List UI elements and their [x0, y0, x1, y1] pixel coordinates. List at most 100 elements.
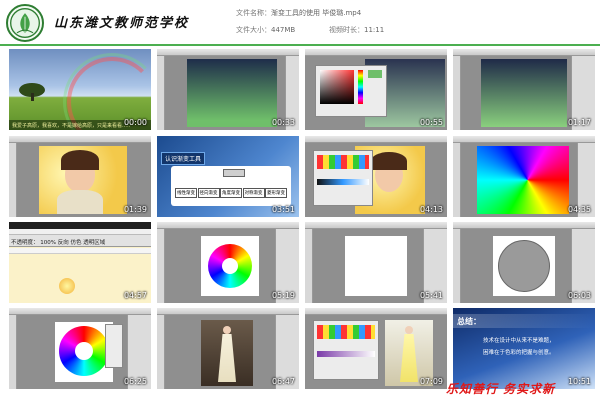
ps-menubar — [157, 49, 299, 56]
ps-menubar — [157, 308, 299, 315]
ps-toolbar — [453, 143, 461, 217]
ps-toolbar — [157, 315, 165, 389]
ps-menubar — [305, 136, 447, 143]
ps-menubar — [305, 308, 447, 315]
ps-menubar — [157, 222, 299, 229]
shoulders — [57, 190, 103, 214]
angle-gradient-canvas — [477, 146, 569, 214]
palette-panel — [105, 324, 123, 368]
contact-sheet-page: 山东潍文教师范学校 文件名称：渐变工具的使用 毕俊璐.mp4 文件大小：447M… — [0, 0, 600, 400]
head — [405, 326, 413, 334]
gradient-dot — [59, 278, 75, 294]
hue-slider — [358, 70, 363, 104]
gradient-editor-dialog — [313, 150, 373, 206]
dress — [400, 334, 418, 382]
ruler — [9, 248, 151, 254]
canvas — [493, 236, 555, 296]
thumbnail[interactable]: 不透明度： 100% 反向 仿色 透明区域 04:57 — [9, 222, 151, 303]
mindmap-node: 角度渐变 — [220, 188, 242, 198]
summary-line: 技术在设计中从来不是难题， — [483, 338, 555, 344]
ps-titlebar — [9, 222, 151, 229]
timestamp: 05:19 — [271, 291, 295, 300]
ps-toolbar — [9, 315, 17, 389]
ps-toolbar — [157, 229, 165, 303]
gradient-canvas — [481, 59, 567, 127]
mindmap-title: 认识渐变工具 — [161, 152, 206, 165]
thumbnail[interactable]: 00:55 — [305, 49, 447, 130]
thumbnail[interactable]: 04:13 — [305, 136, 447, 217]
timestamp: 00:00 — [123, 118, 147, 127]
timestamp: 05:41 — [419, 291, 443, 300]
timestamp: 10:51 — [567, 377, 591, 386]
ps-toolbar — [157, 56, 165, 130]
thumbnail[interactable]: 05:19 — [157, 222, 299, 303]
thumbnail[interactable]: 00:33 — [157, 49, 299, 130]
timestamp: 06:47 — [271, 377, 295, 386]
timestamp: 06:25 — [123, 377, 147, 386]
thumbnail[interactable]: 总结： 技术在设计中从来不是难题， 困难在于色彩的把握与创意。 10:51 — [453, 308, 595, 389]
gradient-bar — [317, 179, 369, 185]
thumbnail[interactable]: 我爱子高原，我喜欢，不是嫁给高原，只是来看看…… 00:00 — [9, 49, 151, 130]
mindmap-node: 菱形渐变 — [265, 188, 287, 198]
thumbnail[interactable]: 认识渐变工具 线性渐变 径向渐变 角度渐变 对称渐变 菱形渐变 03:51 — [157, 136, 299, 217]
ps-toolbar — [453, 56, 461, 130]
new-color-swatch — [368, 70, 382, 78]
wheel-hole — [222, 258, 238, 274]
gradient-canvas — [187, 59, 277, 127]
mindmap-nodes: 线性渐变 径向渐变 角度渐变 对称渐变 菱形渐变 — [175, 188, 287, 198]
thumbnail[interactable]: 01:17 — [453, 49, 595, 130]
ps-toolbar — [453, 229, 461, 303]
ps-menubar — [453, 136, 595, 143]
mindmap-node: 线性渐变 — [175, 188, 197, 198]
color-wheel — [208, 244, 252, 288]
mindmap-node: 径向渐变 — [197, 188, 220, 198]
gradient-editor-dialog — [313, 320, 379, 380]
photo-canvas — [201, 320, 253, 386]
mindmap-node: 对称渐变 — [242, 188, 265, 198]
blank-canvas — [345, 236, 407, 296]
timestamp: 07:09 — [419, 377, 443, 386]
timestamp: 01:39 — [123, 205, 147, 214]
thumbnail-grid: 我爱子高原，我喜欢，不是嫁给高原，只是来看看…… 00:00 00:33 00:… — [0, 0, 600, 400]
dress — [218, 334, 236, 382]
thumbnail[interactable]: 04:35 — [453, 136, 595, 217]
gradient-presets — [317, 155, 369, 169]
mindmap-root — [223, 169, 245, 177]
thumbnail[interactable]: 06:47 — [157, 308, 299, 389]
timestamp: 00:33 — [271, 118, 295, 127]
hair — [61, 150, 99, 170]
ps-toolbar — [9, 143, 17, 217]
thumbnail[interactable]: 01:39 — [9, 136, 151, 217]
tree-trunk — [31, 93, 34, 101]
thumbnail[interactable]: 07:09 — [305, 308, 447, 389]
thumbnail[interactable]: 06:25 — [9, 308, 151, 389]
ps-menubar — [453, 222, 595, 229]
portrait-caption: 我爱子高原，我喜欢，不是嫁给高原，只是来看看…… — [12, 123, 130, 129]
thumbnail[interactable]: 05:41 — [305, 222, 447, 303]
ps-menubar — [9, 308, 151, 315]
summary-title: 总结： — [457, 317, 481, 326]
gray-circle — [498, 240, 550, 292]
timestamp: 06:03 — [567, 291, 591, 300]
ps-menubar — [305, 222, 447, 229]
timestamp: 04:13 — [419, 205, 443, 214]
ps-toolbar — [305, 229, 313, 303]
color-wheel — [59, 326, 109, 376]
ps-menubar — [9, 136, 151, 143]
timestamp: 00:55 — [419, 118, 443, 127]
wheel-hole — [75, 342, 93, 360]
head — [223, 326, 231, 334]
timestamp: 04:35 — [567, 205, 591, 214]
color-field — [320, 70, 354, 104]
thumbnail[interactable]: 06:03 — [453, 222, 595, 303]
options-bar-text: 不透明度： 100% 反向 仿色 透明区域 — [11, 240, 106, 246]
gradient-bar — [317, 351, 375, 357]
hair — [371, 152, 407, 170]
summary-line: 困难在于色彩的把握与创意。 — [483, 350, 555, 356]
canvas — [201, 236, 259, 296]
color-picker-dialog — [315, 65, 387, 117]
photo-canvas — [39, 146, 127, 214]
ps-menubar — [453, 49, 595, 56]
timestamp: 03:51 — [271, 205, 295, 214]
timestamp: 01:17 — [567, 118, 591, 127]
